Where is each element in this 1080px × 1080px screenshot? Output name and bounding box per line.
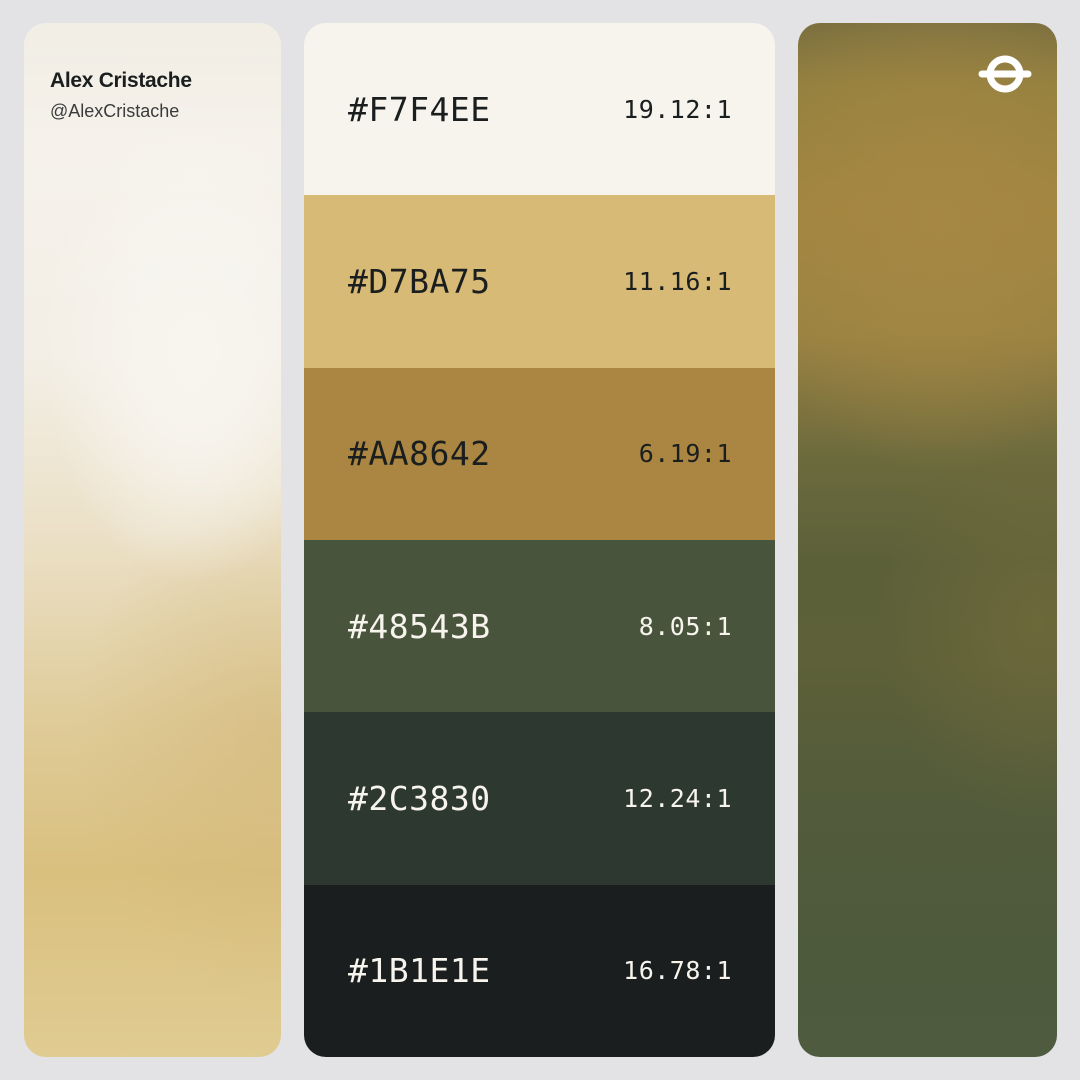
brand-logo-icon [978, 55, 1032, 93]
dark-gradient-card [798, 23, 1057, 1057]
swatch-contrast-ratio: 16.78:1 [623, 956, 732, 986]
swatch-hex-code: #1B1E1E [348, 951, 491, 991]
gradient-overlay [24, 23, 281, 1057]
swatch-hex-code: #F7F4EE [348, 89, 491, 129]
swatch-d7ba75[interactable]: #D7BA75 11.16:1 [304, 195, 775, 368]
swatch-48543b[interactable]: #48543B 8.05:1 [304, 539, 775, 713]
swatch-hex-code: #D7BA75 [348, 261, 491, 301]
swatch-contrast-ratio: 12.24:1 [623, 783, 732, 813]
swatch-hex-code: #AA8642 [348, 434, 491, 474]
swatch-hex-code: #2C3830 [348, 778, 491, 818]
swatch-aa8642[interactable]: #AA8642 6.19:1 [304, 367, 775, 540]
page: Alex Cristache @AlexCristache #F7F4EE 19… [0, 0, 1080, 1080]
swatch-f7f4ee[interactable]: #F7F4EE 19.12:1 [304, 23, 775, 196]
swatch-2c3830[interactable]: #2C3830 12.24:1 [304, 712, 775, 885]
swatch-hex-code: #48543B [348, 606, 491, 646]
author-name: Alex Cristache [50, 69, 192, 92]
author-handle: @AlexCristache [50, 101, 180, 121]
swatch-1b1e1e[interactable]: #1B1E1E 16.78:1 [304, 884, 775, 1057]
swatch-contrast-ratio: 8.05:1 [638, 611, 732, 641]
swatch-contrast-ratio: 11.16:1 [623, 266, 732, 296]
color-palette: #F7F4EE 19.12:1 #D7BA75 11.16:1 #AA8642 … [304, 23, 775, 1057]
swatch-contrast-ratio: 6.19:1 [638, 439, 732, 469]
light-gradient-card: Alex Cristache @AlexCristache [24, 23, 281, 1057]
swatch-contrast-ratio: 19.12:1 [623, 94, 732, 124]
